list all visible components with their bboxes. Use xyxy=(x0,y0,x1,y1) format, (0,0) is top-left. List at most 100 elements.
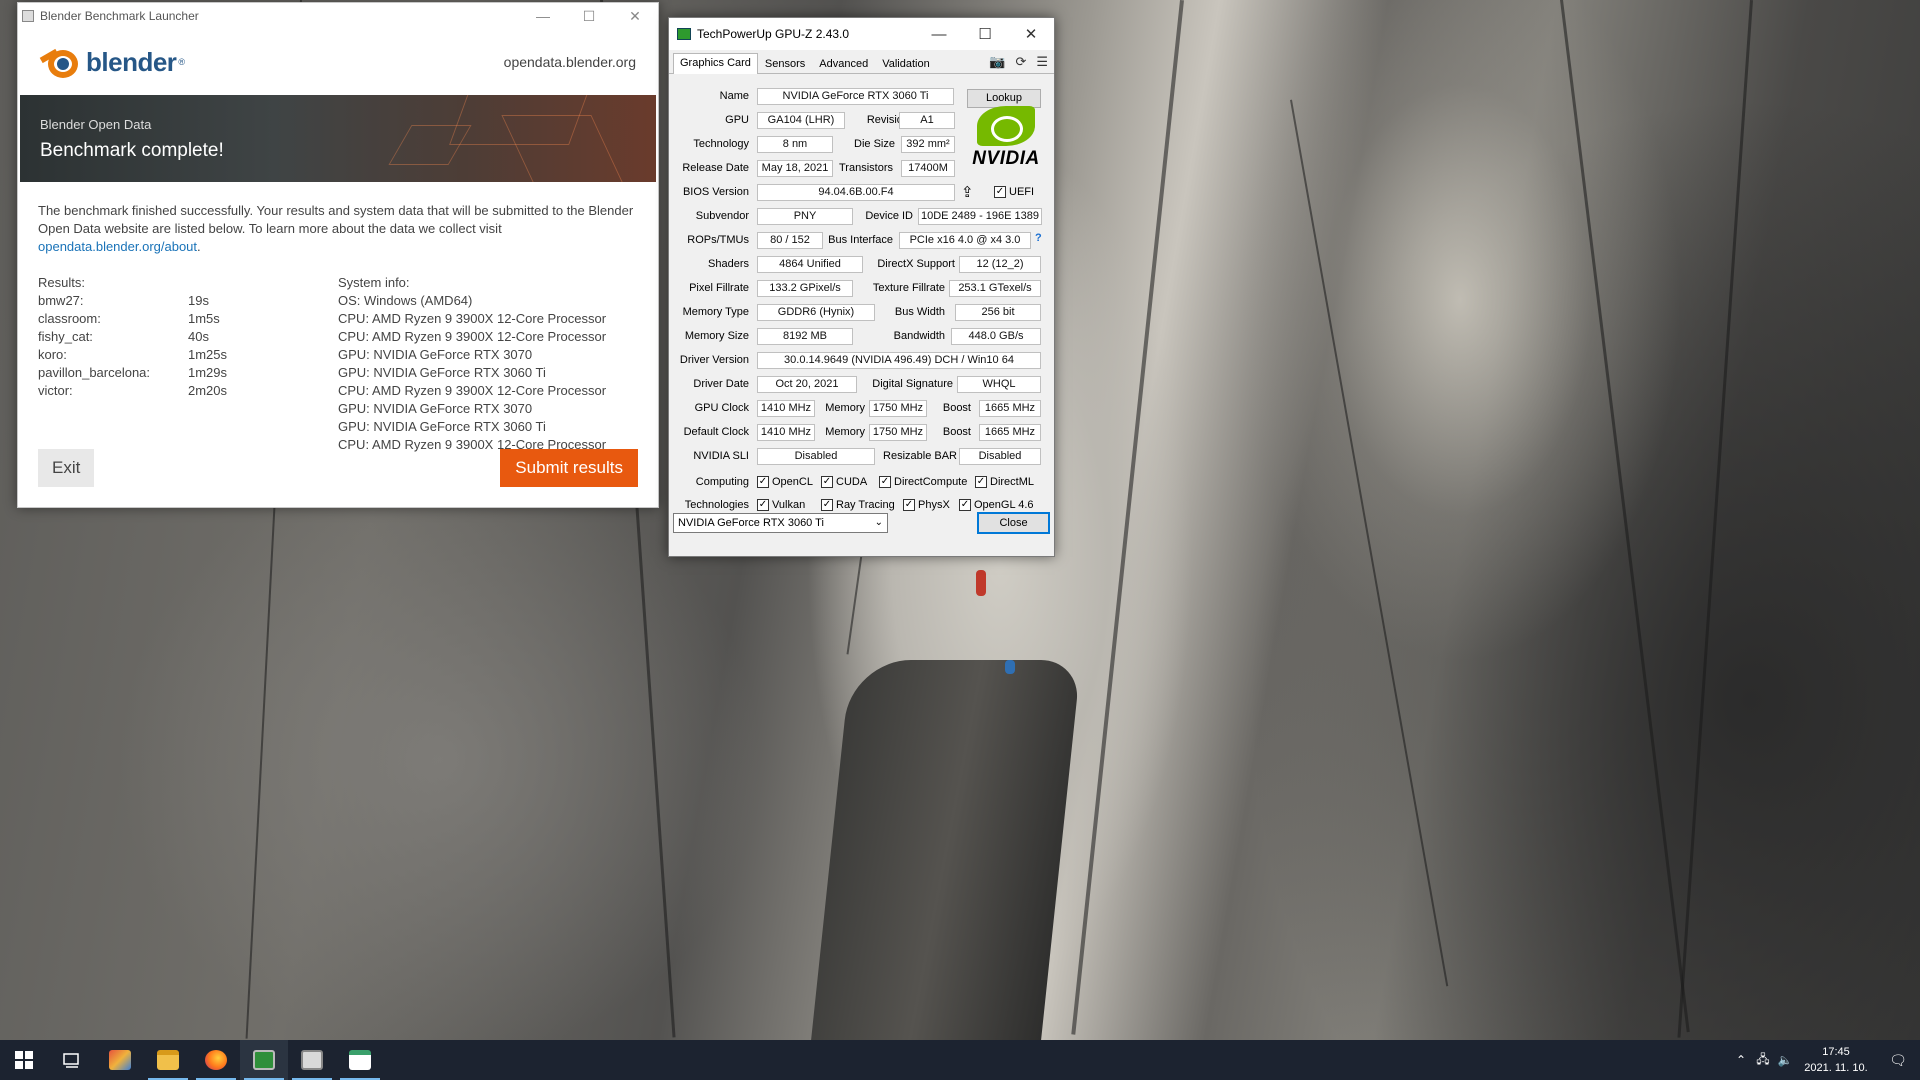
subvendor-value: PNY xyxy=(757,208,853,225)
computing-label: Computing xyxy=(695,476,749,488)
logo-text: blender xyxy=(86,46,177,77)
sysinfo-line: GPU: NVIDIA GeForce RTX 3070 xyxy=(338,347,533,362)
clock-date: 2021. 11. 10. xyxy=(1804,1062,1868,1074)
results-header: Results: xyxy=(38,275,85,290)
uefi-label: UEFI xyxy=(1009,186,1035,198)
directml-label: DirectML xyxy=(990,476,1035,488)
blender-benchmark-window: Blender Benchmark Launcher — ☐ ✕ blender… xyxy=(17,2,659,508)
volume-icon[interactable]: 🔈 xyxy=(1774,1053,1796,1067)
refresh-icon[interactable]: ⟳ xyxy=(1015,54,1026,70)
resizable-bar-label: Resizable BAR xyxy=(883,450,957,462)
memory-size-value: 8192 MB xyxy=(757,328,853,345)
system-tray: ⌃ 🖧 🔈 17:45 2021. 11. 10. 🗨 xyxy=(1730,1040,1920,1080)
cuda-label: CUDA xyxy=(836,476,868,488)
bus-width-label: Bus Width xyxy=(894,306,945,318)
result-time: 19s xyxy=(188,293,209,308)
opengl-checkbox: ✓ OpenGL 4.6 xyxy=(959,499,1034,511)
opencl-label: OpenCL xyxy=(772,476,813,488)
default-clock-value: 1410 MHz xyxy=(757,424,815,441)
taskbar-blender-benchmark[interactable] xyxy=(288,1040,336,1080)
sysinfo-line: CPU: AMD Ryzen 9 3900X 12-Core Processor xyxy=(338,311,607,326)
task-view-button[interactable] xyxy=(48,1040,96,1080)
driver-version-value: 30.0.14.9649 (NVIDIA 496.49) DCH / Win10… xyxy=(757,352,1041,369)
result-time: 2m20s xyxy=(188,383,228,398)
submit-results-button[interactable]: Submit results xyxy=(500,449,638,487)
result-time: 1m25s xyxy=(188,347,228,362)
taskbar-paint3d[interactable] xyxy=(96,1040,144,1080)
name-label: Name xyxy=(719,90,749,102)
tab-graphics-card[interactable]: Graphics Card xyxy=(673,53,758,74)
maximize-button[interactable]: ☐ xyxy=(962,25,1008,43)
directcompute-checkbox: ✓ DirectCompute xyxy=(879,476,967,488)
blender-titlebar[interactable]: Blender Benchmark Launcher — ☐ ✕ xyxy=(18,3,658,29)
about-link[interactable]: opendata.blender.org/about xyxy=(38,239,197,254)
boost-clock-value: 1665 MHz xyxy=(979,400,1041,417)
vulkan-label: Vulkan xyxy=(772,499,806,511)
release-date-label: Release Date xyxy=(682,162,749,174)
check-icon: ✓ xyxy=(821,476,833,488)
gpu-select-dropdown[interactable]: NVIDIA GeForce RTX 3060 Ti ⌄ xyxy=(673,513,888,533)
tab-validation[interactable]: Validation xyxy=(875,54,937,73)
ray-tracing-checkbox: ✓ Ray Tracing xyxy=(821,499,895,511)
network-icon[interactable]: 🖧 xyxy=(1752,1050,1774,1071)
opencl-checkbox: ✓ OpenCL xyxy=(757,476,813,488)
windows-start-icon xyxy=(15,1051,33,1069)
die-size-label: Die Size xyxy=(854,138,895,150)
sysinfo-line: GPU: NVIDIA GeForce RTX 3060 Ti xyxy=(338,365,546,380)
check-icon: ✓ xyxy=(821,499,833,511)
nvidia-eye-icon xyxy=(977,106,1035,146)
clock[interactable]: 17:45 2021. 11. 10. xyxy=(1796,1044,1876,1076)
taskbar-file-explorer[interactable] xyxy=(144,1040,192,1080)
bandwidth-label: Bandwidth xyxy=(893,330,945,342)
minimize-button[interactable]: — xyxy=(916,26,962,43)
gpu-clock-label: GPU Clock xyxy=(694,402,749,414)
physx-checkbox: ✓ PhysX xyxy=(903,499,950,511)
taskbar-window-app[interactable] xyxy=(336,1040,384,1080)
device-id-value: 10DE 2489 - 196E 1389 xyxy=(918,208,1042,225)
bandwidth-value: 448.0 GB/s xyxy=(951,328,1041,345)
close-button[interactable]: ✕ xyxy=(612,8,658,25)
taskbar-firefox[interactable] xyxy=(192,1040,240,1080)
name-value: NVIDIA GeForce RTX 3060 Ti xyxy=(757,88,954,105)
check-icon: ✓ xyxy=(757,476,769,488)
sysinfo-line: GPU: NVIDIA GeForce RTX 3060 Ti xyxy=(338,419,546,434)
menu-icon[interactable]: ☰ xyxy=(1036,54,1048,70)
close-button[interactable]: ✕ xyxy=(1008,25,1054,43)
nvidia-logo-text: NVIDIA xyxy=(972,148,1040,169)
subvendor-label: Subvendor xyxy=(695,210,749,222)
driver-date-value: Oct 20, 2021 xyxy=(757,376,857,393)
site-label: opendata.blender.org xyxy=(503,54,636,70)
digital-signature-label: Digital Signature xyxy=(872,378,953,390)
exit-button[interactable]: Exit xyxy=(38,449,95,487)
check-icon: ✓ xyxy=(879,476,891,488)
tab-advanced[interactable]: Advanced xyxy=(812,54,875,73)
gpuz-titlebar[interactable]: TechPowerUp GPU-Z 2.43.0 — ☐ ✕ xyxy=(669,18,1054,50)
bus-interface-label: Bus Interface xyxy=(828,234,893,246)
notification-icon[interactable]: 🗨 xyxy=(1876,1052,1920,1069)
task-view-icon xyxy=(63,1053,79,1068)
sysinfo-header: System info: xyxy=(338,275,410,290)
camera-icon[interactable]: 📷 xyxy=(989,54,1005,70)
memory-type-label: Memory Type xyxy=(682,306,749,318)
rops-tmus-value: 80 / 152 xyxy=(757,232,823,249)
start-button[interactable] xyxy=(0,1040,48,1080)
share-icon[interactable]: ⇪ xyxy=(961,183,974,201)
tab-sensors[interactable]: Sensors xyxy=(758,54,812,73)
transistors-value: 17400M xyxy=(901,160,955,177)
result-time: 1m5s xyxy=(188,311,220,326)
boost-clock-label: Boost xyxy=(942,402,971,414)
gpuz-app-icon xyxy=(677,28,691,40)
resizable-bar-value: Disabled xyxy=(959,448,1041,465)
check-icon: ✓ xyxy=(903,499,915,511)
minimize-button[interactable]: — xyxy=(520,8,566,24)
driver-version-label: Driver Version xyxy=(679,354,749,366)
taskbar-gpuz[interactable] xyxy=(240,1040,288,1080)
chevron-up-icon[interactable]: ⌃ xyxy=(1730,1053,1752,1067)
help-icon[interactable]: ? xyxy=(1035,232,1042,244)
sysinfo-line: CPU: AMD Ryzen 9 3900X 12-Core Processor xyxy=(338,329,607,344)
cuda-checkbox: ✓ CUDA xyxy=(821,476,867,488)
close-dialog-button[interactable]: Close xyxy=(977,512,1050,534)
transistors-label: Transistors xyxy=(839,162,893,174)
physx-label: PhysX xyxy=(918,499,950,511)
maximize-button[interactable]: ☐ xyxy=(566,8,612,25)
